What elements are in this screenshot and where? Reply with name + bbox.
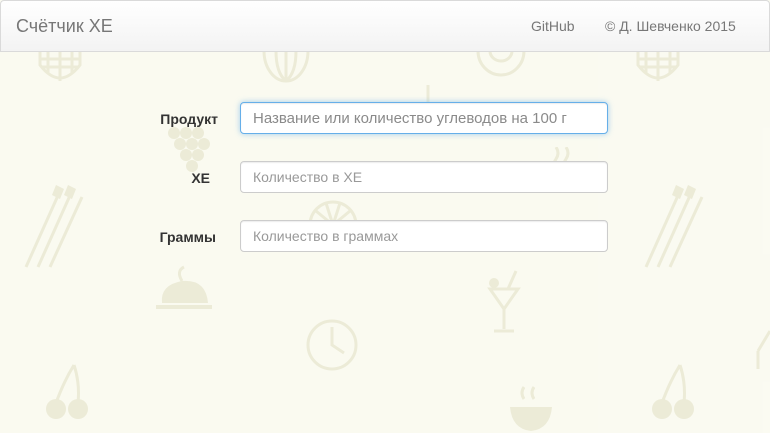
- donut-icon: [476, 51, 526, 77]
- waffle-icon: [636, 51, 680, 81]
- product-row: Продукт: [0, 102, 770, 136]
- brand-title[interactable]: Счётчик ХЕ: [16, 16, 113, 37]
- xe-label: ХЕ: [191, 170, 210, 186]
- grams-row: Граммы: [0, 220, 770, 254]
- roast-chicken-icon: [156, 265, 212, 309]
- github-link[interactable]: GitHub: [531, 18, 575, 34]
- copyright-link[interactable]: © Д. Шевченко 2015: [605, 18, 736, 34]
- grams-input[interactable]: [240, 220, 608, 252]
- navbar: Счётчик ХЕ GitHub © Д. Шевченко 2015: [0, 0, 770, 52]
- watermelon-icon: [262, 51, 310, 83]
- xe-row: ХЕ: [0, 161, 770, 195]
- product-label: Продукт: [160, 111, 218, 127]
- soup-bowl-icon: [510, 386, 552, 431]
- waffle-icon: [38, 51, 82, 81]
- cherries-icon: [652, 364, 694, 419]
- cocktail-icon: [756, 330, 770, 369]
- clock-icon: [306, 319, 358, 371]
- cherries-icon: [46, 364, 88, 419]
- xe-input[interactable]: [240, 161, 608, 193]
- product-input[interactable]: [240, 102, 608, 134]
- grams-label: Граммы: [159, 229, 216, 245]
- cocktail-icon: [487, 270, 521, 333]
